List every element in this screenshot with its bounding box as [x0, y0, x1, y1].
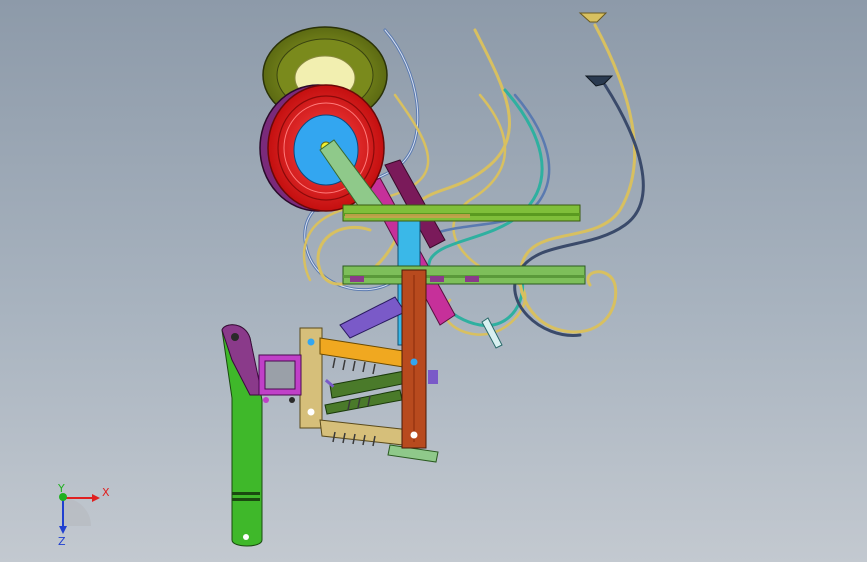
side-link: [221, 324, 263, 547]
lower-rail: [342, 265, 586, 285]
hose-6: [518, 23, 637, 334]
y-axis-label: Y: [57, 482, 65, 495]
x-axis-label: X: [102, 486, 110, 499]
funnel-top-right: [578, 12, 608, 23]
main-frame: [401, 269, 427, 449]
mount-bracket: [258, 354, 302, 403]
upper-rail: [342, 204, 581, 222]
cad-model-drawing: X Y Z: [57, 12, 645, 548]
purple-bracket: [339, 296, 406, 339]
funnel-right: [584, 75, 614, 87]
axis-triad: X Y Z: [57, 482, 110, 548]
z-axis-label: Z: [58, 535, 66, 548]
cad-viewport[interactable]: X Y Z: [0, 0, 867, 562]
